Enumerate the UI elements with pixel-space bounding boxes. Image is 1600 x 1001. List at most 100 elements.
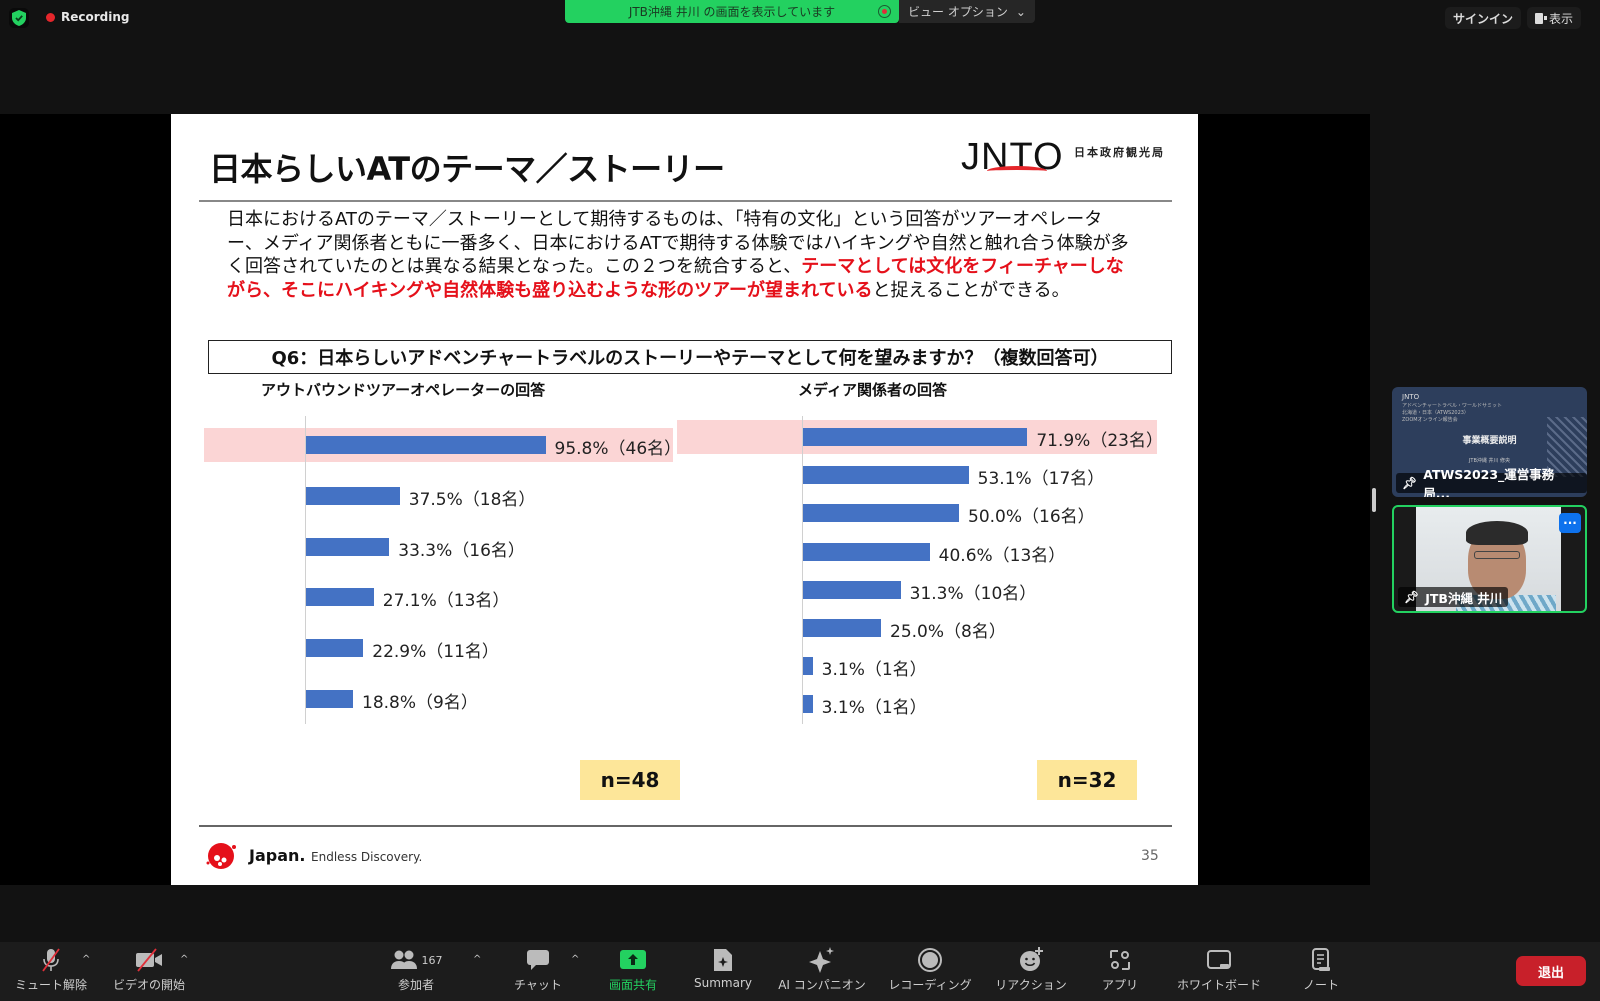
summary-button[interactable]: Summary [673, 946, 773, 990]
view-options-button[interactable]: ビュー オプション ⌄ [899, 0, 1035, 23]
jnto-logo-subtitle: 日本政府観光局 [1074, 146, 1165, 159]
bar [306, 588, 374, 607]
chart-title-operators: アウトバウンドツアーオペレーターの回答 [261, 381, 546, 399]
value-label: 53.1%（17名） [977, 469, 1105, 490]
bar [803, 466, 969, 485]
reactions-button[interactable]: リアクション [981, 946, 1081, 993]
notes-icon [1310, 946, 1332, 974]
chart-axis-line [802, 416, 803, 724]
pin-icon: 📌︎ [1402, 476, 1418, 490]
value-label: 71.9%（23名） [1036, 431, 1163, 451]
share-screen-icon [620, 946, 646, 974]
toolbar-label: Summary [694, 976, 752, 990]
screen-share-banner: JTB沖縄 井川 の画面を表示しています [565, 0, 899, 23]
toolbar-label: ミュート解除 [14, 978, 87, 992]
value-label: 31.3%（10名） [909, 583, 1037, 604]
mic-muted-icon [38, 946, 64, 974]
body-text-part: と捉えることができる。 [872, 279, 1070, 301]
audio-options-caret-icon[interactable]: ^ [82, 954, 90, 965]
view-button[interactable]: 表示 [1527, 7, 1582, 29]
ai-companion-icon [808, 946, 836, 974]
value-label: 3.1%（1名） [821, 698, 927, 719]
value-label: 18.8%（9名） [362, 693, 478, 713]
sample-size-operators: n=48 [580, 760, 680, 800]
video-tile-atws2023[interactable]: JNTO アドベンチャートラベル・ワールドサミット 北海道・日本（ATWS202… [1392, 387, 1587, 497]
summary-icon [712, 946, 734, 974]
share-banner-text: JTB沖縄 井川 の画面を表示しています [628, 5, 836, 19]
participants-button[interactable]: 167 参加者 [366, 946, 466, 993]
view-label: 表示 [1549, 11, 1574, 26]
notes-button[interactable]: ノート [1271, 946, 1371, 993]
stop-share-icon[interactable] [878, 5, 891, 18]
jnto-logo-swoosh [987, 166, 1047, 176]
participants-caret-icon[interactable]: ^ [473, 954, 481, 965]
value-label: 50.0%（16名） [968, 507, 1095, 528]
bar [803, 504, 959, 523]
security-shield-icon[interactable] [9, 8, 29, 28]
share-screen-button[interactable]: 画面共有 [583, 946, 683, 993]
leave-meeting-button[interactable]: 退出 [1516, 956, 1586, 986]
video-tile-jtb-okinawa[interactable]: ··· 📌︎ JTB沖縄 井川 [1392, 505, 1587, 613]
title-divider [199, 200, 1172, 202]
meeting-toolbar: ミュート解除 ^ ビデオの開始 ^ 167 参加者 ^ チャット ^ 画面共有 … [0, 942, 1600, 1001]
toolbar-label: チャット [514, 978, 562, 992]
participant-count: 167 [421, 953, 443, 967]
bar [803, 695, 813, 714]
chart-axis-line [305, 416, 306, 724]
sign-in-button[interactable]: サインイン [1445, 7, 1522, 29]
video-glasses [1474, 551, 1520, 559]
value-label: 37.5%（18名） [408, 489, 536, 510]
bar [803, 619, 881, 637]
slide-title: 日本らしいATのテーマ／ストーリー [209, 150, 725, 188]
whiteboard-button[interactable]: ホワイトボード [1169, 946, 1269, 993]
panel-scrollbar[interactable] [1372, 488, 1376, 512]
more-options-icon[interactable]: ··· [1559, 513, 1581, 533]
view-options-label: ビュー オプション [908, 5, 1008, 19]
value-label: 22.9%（11名） [372, 642, 499, 663]
japan-cherry-blossom-logo [206, 843, 236, 869]
recording-indicator[interactable]: Recording [46, 10, 130, 24]
value-label: 3.1%（1名） [821, 660, 927, 681]
record-icon [917, 946, 943, 974]
toolbar-label: 参加者 [397, 978, 434, 992]
footer-divider [199, 825, 1172, 827]
tile-slide-logo: JNTO [1402, 393, 1420, 401]
chevron-down-icon: ⌄ [1015, 4, 1026, 19]
pin-icon: 📌︎ [1404, 590, 1420, 604]
ai-companion-button[interactable]: AI コンパニオン [772, 946, 872, 993]
reaction-icon [1018, 946, 1044, 974]
whiteboard-icon [1206, 946, 1232, 974]
record-button[interactable]: レコーディング [880, 946, 980, 993]
apps-icon [1108, 946, 1132, 974]
top-bar: Recording JTB沖縄 井川 の画面を表示しています ビュー オプション… [0, 0, 1600, 36]
bar [803, 657, 813, 676]
toolbar-label: ホワイトボード [1176, 978, 1261, 992]
value-label: 33.3%（16名） [398, 540, 525, 561]
value-label: 25.0%（8名） [890, 622, 1006, 642]
chat-caret-icon[interactable]: ^ [571, 954, 579, 965]
japan-brand: Japan. [249, 846, 306, 865]
video-off-icon [134, 946, 164, 974]
video-options-caret-icon[interactable]: ^ [180, 954, 188, 965]
recording-dot-icon [46, 12, 55, 22]
toolbar-label: ノート [1302, 978, 1339, 992]
participant-name: JTB沖縄 井川 [1425, 590, 1503, 606]
view-layout-icon [1535, 12, 1547, 24]
bar [803, 542, 930, 561]
apps-button[interactable]: アプリ [1070, 946, 1170, 993]
value-label: 40.6%（13名） [938, 545, 1066, 566]
participant-name: ATWS2023_運営事務局... [1423, 467, 1555, 497]
participant-name-tag: 📌︎ JTB沖縄 井川 [1398, 587, 1509, 607]
toolbar-label: 画面共有 [608, 978, 657, 992]
slide-body-text: 日本におけるATのテーマ／ストーリーとして期待するものは、「特有の文化」という回… [227, 208, 1137, 302]
chat-icon [525, 946, 551, 974]
participant-name-tag: 📌︎ ATWS2023_運営事務局... [1396, 467, 1587, 497]
slide-page-number: 35 [1141, 848, 1159, 864]
tile-slide-text: アドベンチャートラベル・ワールドサミット 北海道・日本（ATWS2023） ZO… [1402, 403, 1502, 423]
japan-tagline: Endless Discovery. [311, 850, 423, 864]
presentation-slide: 日本らしいATのテーマ／ストーリー JNTO 日本政府観光局 日本におけるATの… [171, 114, 1198, 885]
sample-size-media: n=32 [1037, 760, 1137, 800]
toolbar-label: ビデオの開始 [112, 978, 185, 992]
video-hair [1466, 521, 1528, 545]
toolbar-label: リアクション [995, 978, 1067, 992]
